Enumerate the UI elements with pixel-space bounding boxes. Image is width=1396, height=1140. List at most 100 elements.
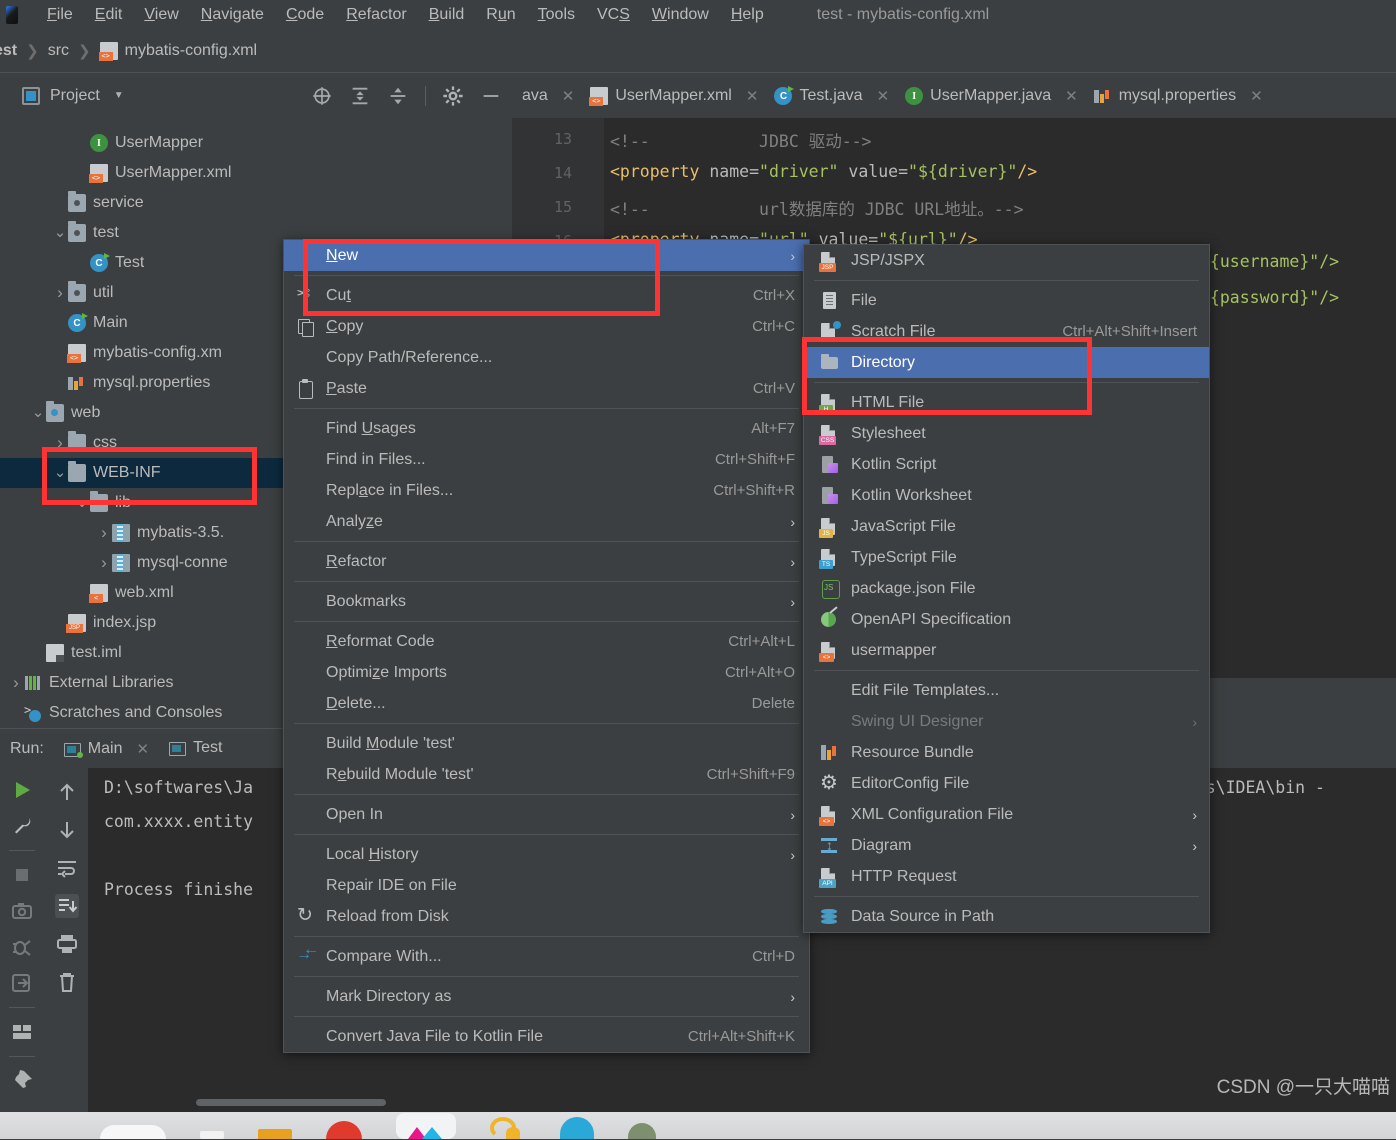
tab-usermapper-java[interactable]: I UserMapper.java ✕	[895, 73, 1084, 119]
tree-row-mysql-conne[interactable]: › mysql-conne	[0, 548, 290, 578]
new-submenu-item-html-file[interactable]: H HTML File	[804, 387, 1209, 418]
menu-bar[interactable]: File Edit View Navigate Code Refactor Bu…	[36, 2, 775, 28]
tree-row-mysql-properties[interactable]: mysql.properties	[0, 368, 290, 398]
taskbar-icon-active[interactable]	[396, 1113, 456, 1139]
tree-row-main[interactable]: C Main	[0, 308, 290, 338]
tree-row-css[interactable]: › css	[0, 428, 290, 458]
breadcrumb-item-project[interactable]: est	[0, 42, 17, 60]
new-submenu-item-http-request[interactable]: API HTTP Request	[804, 861, 1209, 892]
locate-icon[interactable]	[311, 85, 333, 107]
soft-wrap-icon[interactable]	[55, 856, 79, 880]
chevron-right-icon[interactable]: ›	[96, 553, 112, 573]
tab-usermapper-xml[interactable]: UserMapper.xml ✕	[580, 73, 764, 119]
collapse-all-icon[interactable]	[387, 85, 409, 107]
wrench-icon[interactable]	[10, 814, 34, 838]
menu-build[interactable]: Build	[418, 2, 476, 28]
new-submenu-item-data-source-in-path[interactable]: Data Source in Path	[804, 901, 1209, 932]
tree-row-index-jsp[interactable]: index.jsp	[0, 608, 290, 638]
tree-row-web-xml[interactable]: web.xml	[0, 578, 290, 608]
debug-icon[interactable]	[10, 935, 34, 959]
menu-view[interactable]: View	[133, 2, 189, 28]
context-menu-item-new[interactable]: New ›	[284, 240, 809, 271]
print-icon[interactable]	[55, 932, 79, 956]
tree-row-service[interactable]: service	[0, 188, 290, 218]
context-menu-item-paste[interactable]: Paste Ctrl+V	[284, 373, 809, 404]
chevron-down-icon[interactable]: ⌄	[52, 225, 68, 240]
new-submenu-item-package-json-file[interactable]: package.json File	[804, 573, 1209, 604]
context-menu-item-local-history[interactable]: Local History ›	[284, 839, 809, 870]
menu-edit[interactable]: Edit	[84, 2, 134, 28]
close-icon[interactable]: ✕	[562, 87, 575, 105]
console-horizontal-scrollbar[interactable]	[196, 1099, 386, 1106]
context-menu-item-refactor[interactable]: Refactor ›	[284, 546, 809, 577]
menu-navigate[interactable]: Navigate	[190, 2, 275, 28]
new-submenu-item-typescript-file[interactable]: TS TypeScript File	[804, 542, 1209, 573]
gear-icon[interactable]	[442, 85, 464, 107]
tab-mysql-properties[interactable]: mysql.properties ✕	[1084, 73, 1269, 119]
context-menu-item-optimize-imports[interactable]: Optimize Imports Ctrl+Alt+O	[284, 657, 809, 688]
context-menu-item-repair-ide-on-file[interactable]: Repair IDE on File	[284, 870, 809, 901]
breadcrumb-item-src[interactable]: src	[48, 42, 69, 60]
context-menu-item-build-module-test[interactable]: Build Module 'test'	[284, 728, 809, 759]
new-submenu-item-directory[interactable]: Directory	[804, 347, 1209, 378]
chevron-down-icon[interactable]: ▼	[114, 90, 124, 101]
menu-refactor[interactable]: Refactor	[335, 2, 417, 28]
context-menu-item-convert-java-file-to-kotlin-file[interactable]: Convert Java File to Kotlin File Ctrl+Alt…	[284, 1021, 809, 1052]
tree-row-lib[interactable]: ⌄ lib	[0, 488, 290, 518]
scroll-to-end-icon[interactable]	[54, 894, 79, 918]
run-icon[interactable]	[10, 778, 34, 802]
new-submenu-item-file[interactable]: File	[804, 285, 1209, 316]
chevron-right-icon[interactable]: ›	[96, 523, 112, 543]
trash-icon[interactable]	[55, 970, 79, 994]
close-icon[interactable]: ✕	[1065, 87, 1078, 105]
chevron-down-icon[interactable]: ⌄	[74, 495, 90, 510]
context-menu-item-reformat-code[interactable]: Reformat Code Ctrl+Alt+L	[284, 626, 809, 657]
tab-ava[interactable]: ava ✕	[512, 73, 580, 119]
new-submenu-item-stylesheet[interactable]: CSS Stylesheet	[804, 418, 1209, 449]
menu-code[interactable]: Code	[275, 2, 335, 28]
new-submenu-item-kotlin-worksheet[interactable]: Kotlin Worksheet	[804, 480, 1209, 511]
tree-row-mybatis-config-xm[interactable]: mybatis-config.xm	[0, 338, 290, 368]
tree-row-test-iml[interactable]: test.iml	[0, 638, 290, 668]
chevron-right-icon[interactable]: ›	[8, 673, 24, 693]
stop-icon[interactable]	[10, 863, 34, 887]
context-menu-item-mark-directory-as[interactable]: Mark Directory as ›	[284, 981, 809, 1012]
editor-tab-bar[interactable]: ava ✕ UserMapper.xml ✕ C Test.java ✕ I U…	[512, 72, 1396, 119]
breadcrumb-item-file[interactable]: mybatis-config.xml	[125, 42, 257, 60]
menu-window[interactable]: Window	[641, 2, 720, 28]
pin-icon[interactable]	[10, 1069, 34, 1093]
new-submenu-item-scratch-file[interactable]: Scratch File Ctrl+Alt+Shift+Insert	[804, 316, 1209, 347]
context-menu-item-open-in[interactable]: Open In ›	[284, 799, 809, 830]
new-submenu-item-kotlin-script[interactable]: Kotlin Script	[804, 449, 1209, 480]
tab-test-java[interactable]: C Test.java ✕	[764, 73, 895, 119]
new-submenu-item-editorconfig-file[interactable]: EditorConfig File	[804, 768, 1209, 799]
menu-tools[interactable]: Tools	[527, 2, 586, 28]
chevron-down-icon[interactable]: ⌄	[30, 405, 46, 420]
tree-row-test[interactable]: C Test	[0, 248, 290, 278]
new-submenu-item-diagram[interactable]: Diagram ›	[804, 830, 1209, 861]
new-submenu-item-jsp-jspx[interactable]: JSP JSP/JSPX	[804, 245, 1209, 276]
chevron-down-icon[interactable]: ⌄	[52, 465, 68, 480]
taskbar-icon-misc[interactable]	[628, 1123, 656, 1139]
new-submenu-item-resource-bundle[interactable]: Resource Bundle	[804, 737, 1209, 768]
taskbar-icon-yellow[interactable]	[490, 1109, 526, 1139]
menu-vcs[interactable]: VCS	[586, 2, 641, 28]
close-icon[interactable]: ✕	[1250, 87, 1263, 105]
run-tab-test[interactable]: Test	[169, 728, 223, 770]
context-menu-item-copy-path-reference[interactable]: Copy Path/Reference...	[284, 342, 809, 373]
tree-row-util[interactable]: › util	[0, 278, 290, 308]
taskbar-icon-folder[interactable]	[258, 1129, 292, 1139]
tree-row-web[interactable]: ⌄ web	[0, 398, 290, 428]
camera-icon[interactable]	[10, 899, 34, 923]
tree-row-test[interactable]: ⌄ test	[0, 218, 290, 248]
close-icon[interactable]: ✕	[746, 87, 759, 105]
tree-row-external-libraries[interactable]: › External Libraries	[0, 668, 290, 698]
hide-panel-icon[interactable]	[480, 85, 502, 107]
project-tree[interactable]: I UserMapper UserMapper.xml service ⌄ test C Te…	[0, 118, 290, 728]
run-tab-main[interactable]: Main ✕	[63, 729, 149, 769]
context-menu-item-compare-with[interactable]: Compare With... Ctrl+D	[284, 941, 809, 972]
new-submenu-item-edit-file-templates[interactable]: Edit File Templates...	[804, 675, 1209, 706]
tree-row-usermapper-xml[interactable]: UserMapper.xml	[0, 158, 290, 188]
scroll-down-icon[interactable]	[55, 818, 79, 842]
context-menu-item-delete[interactable]: Delete... Delete	[284, 688, 809, 719]
